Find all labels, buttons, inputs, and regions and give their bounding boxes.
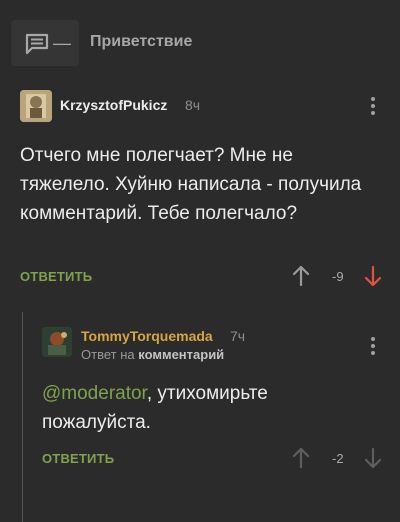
avatar[interactable] (20, 90, 52, 122)
reply-to-prefix: Ответ на (81, 347, 135, 362)
comments-toggle-button[interactable]: — (11, 20, 79, 66)
rating: -2 (332, 451, 344, 466)
downvote-arrow-icon[interactable] (364, 447, 382, 474)
comments-icon (25, 33, 49, 55)
thread-line[interactable] (22, 312, 23, 522)
post-header: — Приветствие (0, 0, 400, 86)
reply-button[interactable]: ОТВЕТИТЬ (20, 269, 92, 284)
username[interactable]: TommyTorquemada (81, 328, 213, 344)
comment-text: Отчего мне полегчает? Мне не тяжелело. Х… (20, 145, 362, 224)
downvote-arrow-icon[interactable] (364, 265, 382, 292)
username[interactable]: KrzysztofPukicz (60, 97, 167, 113)
dash-separator: — (53, 33, 71, 53)
upvote-arrow-icon[interactable] (292, 265, 310, 292)
comment-time: 7ч (230, 328, 246, 344)
more-options-icon[interactable] (371, 97, 375, 118)
comment-text: @moderator, утихомирьте пожалуйста. (42, 379, 372, 437)
more-options-icon[interactable] (371, 337, 375, 358)
rating: -9 (332, 269, 344, 284)
reply-button[interactable]: ОТВЕТИТЬ (42, 451, 114, 466)
post-title[interactable]: Приветствие (90, 33, 192, 51)
upvote-arrow-icon[interactable] (292, 447, 310, 474)
mention-link[interactable]: @moderator (42, 383, 147, 404)
comment-time: 8ч (185, 97, 201, 113)
avatar[interactable] (42, 327, 72, 357)
reply-to-link[interactable]: комментарий (138, 347, 224, 362)
reply-to-label: Ответ на комментарий (81, 347, 224, 362)
